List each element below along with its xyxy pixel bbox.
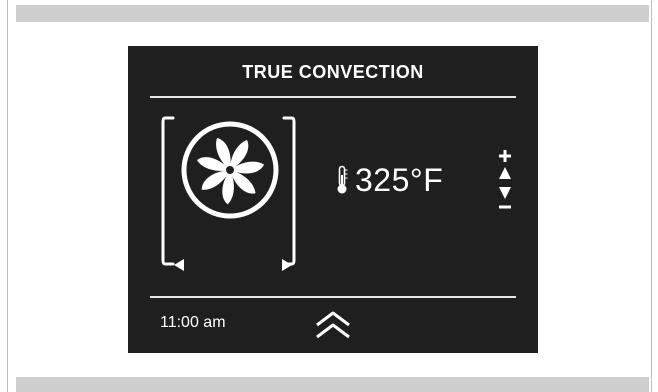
arrow-right-icon[interactable] <box>280 258 294 272</box>
thermometer-icon <box>337 165 348 194</box>
mode-title: TRUE CONVECTION <box>242 62 424 82</box>
divider-top <box>150 96 516 98</box>
chevron-up-icon[interactable] <box>314 310 352 340</box>
bracket-left-icon <box>161 116 175 266</box>
frame-border-right <box>651 0 652 392</box>
arrow-down-icon[interactable] <box>498 186 512 200</box>
arrow-left-icon[interactable] <box>172 258 186 272</box>
divider-bottom <box>150 296 516 298</box>
fan-icon[interactable] <box>178 118 282 222</box>
frame-border-left <box>7 0 8 392</box>
oven-display: TRUE CONVECTION 325°F 11:00 am <box>128 46 538 353</box>
clock-time: 11:00 am <box>160 314 226 331</box>
temperature-display[interactable]: 325°F <box>335 160 443 200</box>
top-bar <box>16 5 649 22</box>
arrow-up-icon[interactable] <box>498 166 512 180</box>
temperature-value: 325°F <box>355 161 444 198</box>
bracket-right-icon <box>282 116 296 266</box>
minus-icon[interactable] <box>499 204 511 210</box>
plus-icon[interactable] <box>499 150 511 162</box>
bottom-bar <box>16 377 649 392</box>
temperature-controls <box>494 150 516 216</box>
